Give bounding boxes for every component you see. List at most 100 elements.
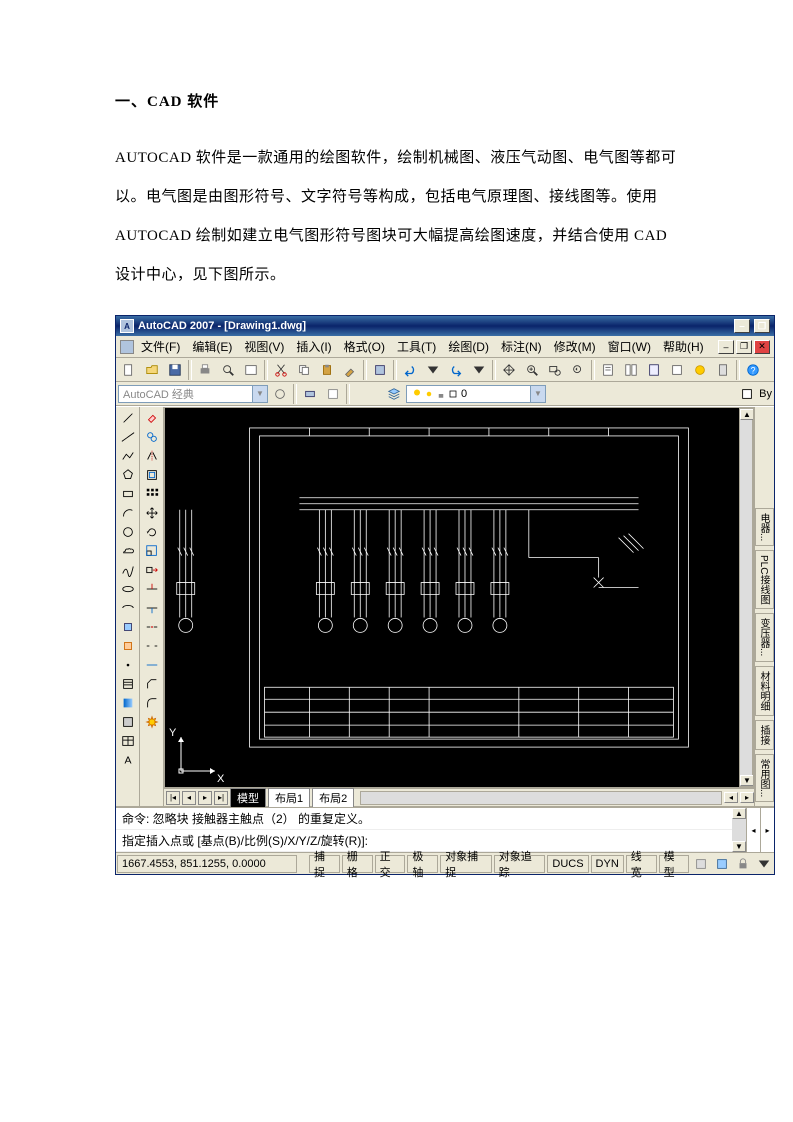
copy-object-button[interactable] <box>142 428 162 446</box>
move-button[interactable] <box>142 504 162 522</box>
palette-tab-1[interactable]: 插接 <box>755 720 774 750</box>
doc-icon[interactable] <box>120 340 134 354</box>
hatch-button[interactable] <box>118 675 138 693</box>
cmd-resize-left[interactable]: ◂ <box>746 808 760 852</box>
tab-last-button[interactable]: ▸| <box>214 791 228 805</box>
menu-edit[interactable]: 编辑(E) <box>187 336 237 357</box>
help-button[interactable]: ? <box>742 360 764 380</box>
status-otrack[interactable]: 对象追踪 <box>494 855 546 873</box>
status-polar[interactable]: 极轴 <box>407 855 438 873</box>
doc-minimize-button[interactable]: ‒ <box>734 319 750 333</box>
design-center-button[interactable] <box>620 360 642 380</box>
canvas-scrollbar-horizontal[interactable] <box>360 791 722 805</box>
status-tray-icon-3[interactable] <box>732 854 753 874</box>
tab-next-button[interactable]: ▸ <box>198 791 212 805</box>
menu-modify[interactable]: 修改(M) <box>549 336 601 357</box>
chamfer-button[interactable] <box>142 675 162 693</box>
plot-preview-button[interactable] <box>217 360 239 380</box>
polyline-button[interactable] <box>118 447 138 465</box>
match-properties-button[interactable] <box>339 360 361 380</box>
tab-layout2[interactable]: 布局2 <box>312 788 354 807</box>
join-button[interactable] <box>142 656 162 674</box>
save-button[interactable] <box>164 360 186 380</box>
workspace-dropdown[interactable]: AutoCAD 经典 ▼ <box>118 385 268 403</box>
explode-button[interactable] <box>142 713 162 731</box>
menu-tools[interactable]: 工具(T) <box>392 336 441 357</box>
cmd-resize-right[interactable]: ▸ <box>760 808 774 852</box>
publish-button[interactable] <box>240 360 262 380</box>
block-editor-button[interactable] <box>369 360 391 380</box>
tab-layout1[interactable]: 布局1 <box>268 788 310 807</box>
canvas-scrollbar-vertical[interactable]: ▲ ▼ <box>739 408 753 787</box>
layer-manager-button[interactable] <box>383 384 405 404</box>
menu-insert[interactable]: 插入(I) <box>291 336 336 357</box>
tab-prev-button[interactable]: ◂ <box>182 791 196 805</box>
line-button[interactable] <box>118 409 138 427</box>
make-block-button[interactable] <box>118 637 138 655</box>
ellipse-arc-button[interactable] <box>118 599 138 617</box>
insert-block-button[interactable] <box>118 618 138 636</box>
print-button[interactable] <box>194 360 216 380</box>
array-button[interactable] <box>142 485 162 503</box>
status-ortho[interactable]: 正交 <box>375 855 406 873</box>
revision-cloud-button[interactable] <box>118 542 138 560</box>
status-lwt[interactable]: 线宽 <box>626 855 657 873</box>
zoom-previous-button[interactable] <box>567 360 589 380</box>
drawing-canvas[interactable]: Y X ▲ ▼ <box>164 407 754 788</box>
toolbar-icon[interactable] <box>299 384 321 404</box>
palette-tab-2[interactable]: 材料明细 <box>755 666 774 716</box>
menu-help[interactable]: 帮助(H) <box>658 336 709 357</box>
open-button[interactable] <box>141 360 163 380</box>
menu-draw[interactable]: 绘图(D) <box>443 336 494 357</box>
status-tray-menu[interactable] <box>753 854 774 874</box>
cmd-scroll-up[interactable]: ▲ <box>732 808 746 819</box>
scroll-left-button[interactable]: ◂ <box>724 792 738 803</box>
palette-tab-0[interactable]: 常用图... <box>755 754 774 802</box>
status-snap[interactable]: 捕捉 <box>309 855 340 873</box>
circle-button[interactable] <box>118 523 138 541</box>
tab-first-button[interactable]: |◂ <box>166 791 180 805</box>
region-button[interactable] <box>118 713 138 731</box>
mtext-button[interactable]: A <box>118 751 138 769</box>
erase-button[interactable] <box>142 409 162 427</box>
cut-button[interactable] <box>270 360 292 380</box>
redo-dropdown[interactable] <box>468 360 490 380</box>
mirror-button[interactable] <box>142 447 162 465</box>
status-dyn[interactable]: DYN <box>591 855 624 873</box>
trim-button[interactable] <box>142 580 162 598</box>
new-button[interactable] <box>118 360 140 380</box>
break-button[interactable] <box>142 637 162 655</box>
scroll-right-button[interactable]: ▸ <box>740 792 754 803</box>
palette-tab-4[interactable]: PLC接线图 <box>755 550 774 609</box>
arc-button[interactable] <box>118 504 138 522</box>
pan-button[interactable] <box>498 360 520 380</box>
table-button[interactable] <box>118 732 138 750</box>
menu-view[interactable]: 视图(V) <box>239 336 289 357</box>
properties-button[interactable] <box>597 360 619 380</box>
scroll-down-button[interactable]: ▼ <box>740 775 754 786</box>
stretch-button[interactable] <box>142 561 162 579</box>
menu-window[interactable]: 窗口(W) <box>603 336 656 357</box>
toolbar-icon-2[interactable] <box>322 384 344 404</box>
markup-button[interactable] <box>689 360 711 380</box>
copy-button[interactable] <box>293 360 315 380</box>
paste-button[interactable] <box>316 360 338 380</box>
menu-dimension[interactable]: 标注(N) <box>496 336 547 357</box>
extend-button[interactable] <box>142 599 162 617</box>
scroll-up-button[interactable]: ▲ <box>740 409 754 420</box>
status-grid[interactable]: 栅格 <box>342 855 373 873</box>
menu-format[interactable]: 格式(O) <box>339 336 390 357</box>
scale-button[interactable] <box>142 542 162 560</box>
sheet-set-button[interactable] <box>666 360 688 380</box>
menu-file[interactable]: 文件(F) <box>136 336 185 357</box>
command-scrollbar[interactable]: ▲ ▼ <box>732 808 746 852</box>
status-coordinates[interactable]: 1667.4553, 851.1255, 0.0000 <box>117 855 297 873</box>
status-osnap[interactable]: 对象捕捉 <box>440 855 492 873</box>
status-tray-icon-2[interactable] <box>711 854 732 874</box>
rectangle-button[interactable] <box>118 485 138 503</box>
spline-button[interactable] <box>118 561 138 579</box>
offset-button[interactable] <box>142 466 162 484</box>
palette-tab-5[interactable]: 电器... <box>755 508 774 546</box>
ellipse-button[interactable] <box>118 580 138 598</box>
doc-restore-button[interactable]: ❐ <box>754 319 770 333</box>
